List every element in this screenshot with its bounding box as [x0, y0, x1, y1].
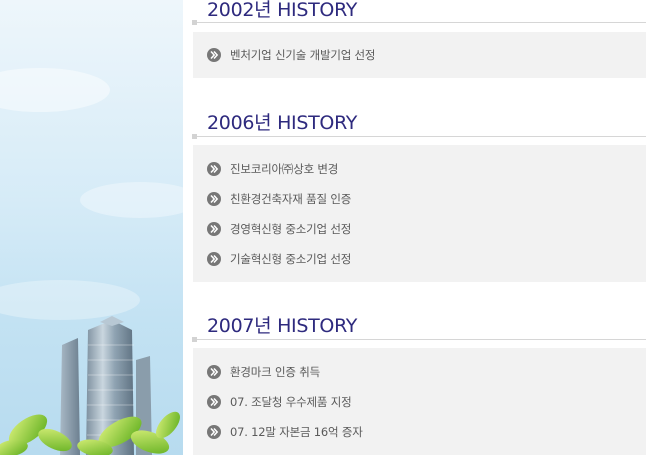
history-item-box: 환경마크 인증 취득 07. 조달청 우수제품 지정 07. 12말 자본금 1…: [193, 348, 646, 455]
section-title: 2002년 HISTORY: [207, 0, 358, 21]
list-item: 친환경건축자재 품질 인증: [206, 190, 351, 208]
list-item: 경영혁신형 중소기업 선정: [206, 220, 351, 238]
title-divider: [192, 134, 646, 139]
title-divider: [192, 20, 646, 25]
item-label: 환경마크 인증 취득: [230, 365, 320, 379]
double-chevron-right-icon: [207, 162, 221, 176]
history-section-2006: 2006년 HISTORY 진보코리아㈜상호 변경 친환경건축자재 품질 인증 …: [192, 112, 646, 284]
list-item: 07. 12말 자본금 16억 증자: [206, 423, 363, 441]
item-label: 경영혁신형 중소기업 선정: [230, 222, 352, 236]
list-item: 벤처기업 신기술 개발기업 선정: [206, 46, 376, 64]
list-item: 진보코리아㈜상호 변경: [206, 160, 338, 178]
item-label: 벤처기업 신기술 개발기업 선정: [230, 48, 376, 62]
double-chevron-right-icon: [207, 48, 221, 62]
history-item-box: 진보코리아㈜상호 변경 친환경건축자재 품질 인증 경영혁신형 중소기업 선정 …: [193, 145, 646, 282]
list-item: 07. 조달청 우수제품 지정: [206, 393, 352, 411]
section-title: 2007년 HISTORY: [207, 315, 358, 337]
history-section-2002: 2002년 HISTORY 벤처기업 신기술 개발기업 선정: [192, 0, 646, 80]
item-label: 기술혁신형 중소기업 선정: [230, 252, 352, 266]
double-chevron-right-icon: [207, 395, 221, 409]
item-label: 진보코리아㈜상호 변경: [230, 162, 339, 176]
double-chevron-right-icon: [207, 252, 221, 266]
title-divider: [192, 337, 646, 342]
section-title: 2006년 HISTORY: [207, 112, 358, 134]
double-chevron-right-icon: [207, 222, 221, 236]
double-chevron-right-icon: [207, 365, 221, 379]
list-item: 기술혁신형 중소기업 선정: [206, 250, 351, 268]
item-label: 07. 12말 자본금 16억 증자: [230, 425, 363, 439]
double-chevron-right-icon: [207, 425, 221, 439]
history-item-box: 벤처기업 신기술 개발기업 선정: [193, 32, 646, 78]
decorative-building-image: [0, 0, 183, 455]
history-section-2007: 2007년 HISTORY 환경마크 인증 취득 07. 조달청 우수제품 지정…: [192, 315, 646, 455]
item-label: 07. 조달청 우수제품 지정: [230, 395, 352, 409]
list-item: 환경마크 인증 취득: [206, 363, 320, 381]
item-label: 친환경건축자재 품질 인증: [230, 192, 352, 206]
double-chevron-right-icon: [207, 192, 221, 206]
